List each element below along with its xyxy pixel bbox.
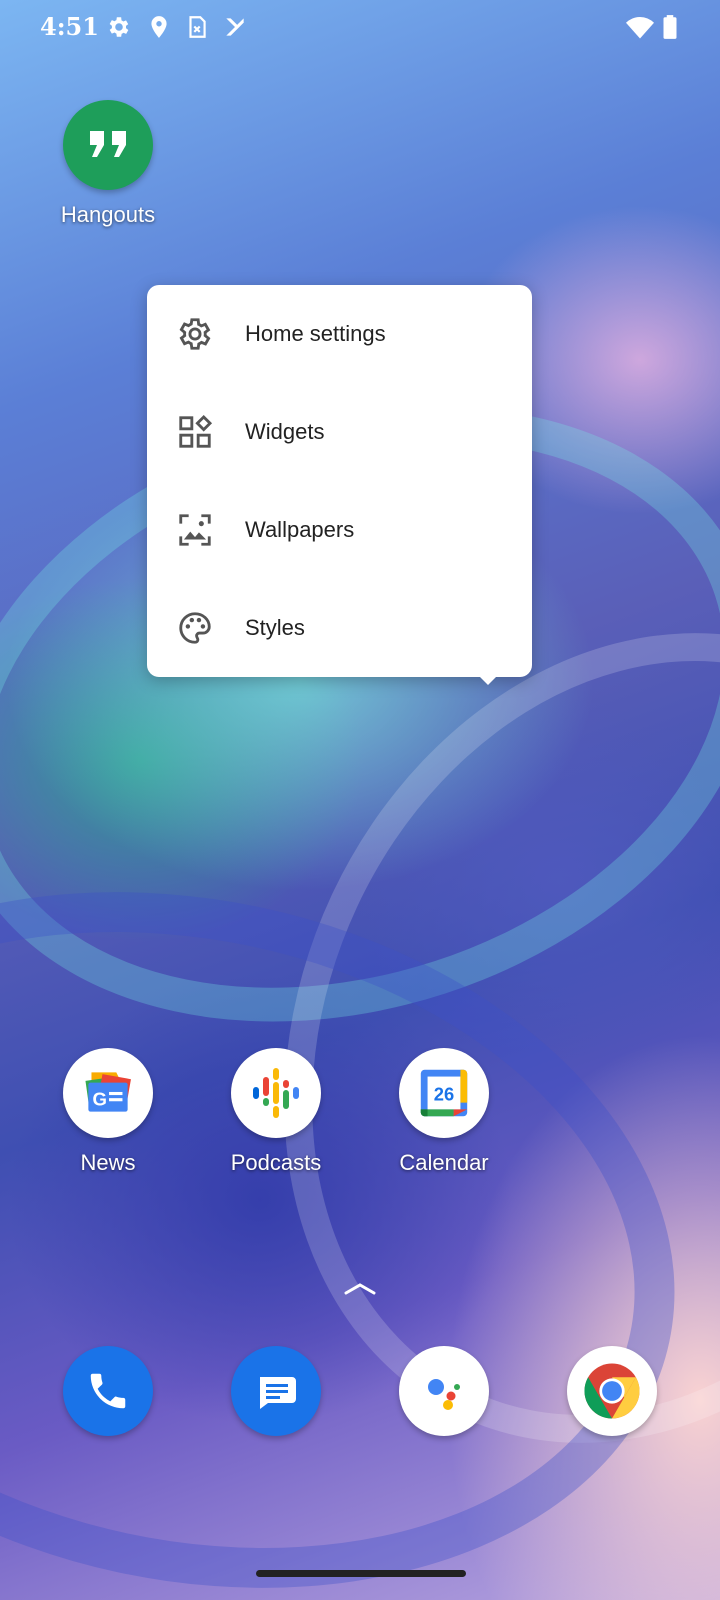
sim-card-icon [184,14,210,40]
dock-assistant[interactable] [399,1346,489,1436]
menu-item-label: Home settings [245,321,386,346]
gesture-nav-handle[interactable] [256,1570,466,1577]
location-icon [146,14,172,40]
hangouts-icon [63,100,153,190]
svg-text:G: G [93,1088,107,1109]
wifi-icon [626,14,654,42]
dock-messages[interactable] [231,1346,321,1436]
menu-item-label: Wallpapers [245,517,355,542]
app-drawer-chevron-up-icon[interactable] [340,1278,380,1298]
google-news-icon: G [63,1048,153,1138]
app-news[interactable]: G News [23,1048,193,1176]
dock-chrome[interactable] [567,1346,657,1436]
check-icon [222,14,248,40]
phone-icon [90,1373,126,1409]
menu-item-label: Widgets [245,419,325,444]
home-long-press-menu: Home settings Widgets Wallpapers Styles [147,285,532,677]
calendar-day-text: 26 [434,1084,454,1105]
google-assistant-icon [428,1379,460,1410]
menu-item-wallpapers[interactable]: Wallpapers [147,481,532,579]
status-time: 4:51 [40,12,99,41]
battery-icon [660,14,680,40]
app-label: Calendar [399,1150,489,1175]
menu-item-styles[interactable]: Styles [147,579,532,677]
status-bar: 4:51 [0,0,720,56]
menu-item-label: Styles [245,615,305,640]
settings-icon [106,14,132,40]
wallpaper-icon [175,510,215,550]
app-label: Hangouts [60,202,156,227]
app-calendar[interactable]: 26 Calendar [359,1048,529,1176]
widgets-icon [175,412,215,452]
google-podcasts-icon [231,1048,321,1138]
popup-arrow [478,675,498,685]
menu-item-home-settings[interactable]: Home settings [147,285,532,383]
palette-icon [175,608,215,648]
menu-item-widgets[interactable]: Widgets [147,383,532,481]
app-label: Podcasts [230,1150,322,1175]
dock-phone[interactable] [63,1346,153,1436]
app-label: News [80,1150,136,1175]
chrome-icon [584,1363,640,1419]
google-calendar-icon: 26 [399,1048,489,1138]
app-hangouts[interactable]: Hangouts [23,100,193,228]
app-podcasts[interactable]: Podcasts [191,1048,361,1176]
messages-icon [260,1377,296,1409]
gear-icon [175,314,215,354]
